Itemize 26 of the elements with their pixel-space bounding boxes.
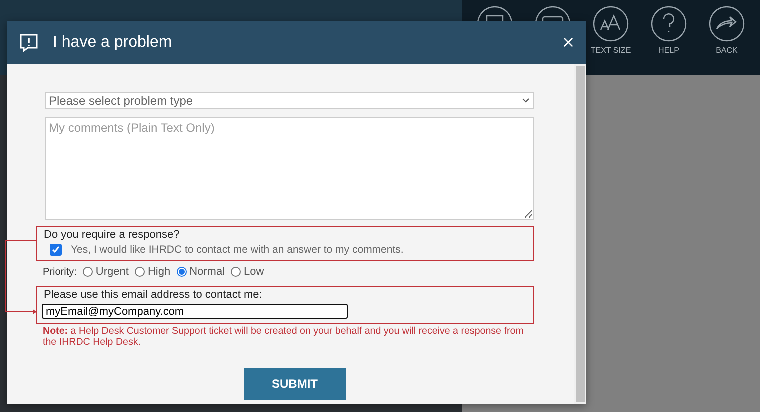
email-field[interactable]: myEmail@myCompany.com bbox=[42, 304, 348, 319]
dialog-title: I have a problem bbox=[53, 34, 174, 52]
toolbar-label: BACK bbox=[716, 46, 738, 55]
scrollbar[interactable] bbox=[574, 64, 586, 404]
email-label: Please use this email address to contact me: bbox=[44, 289, 264, 301]
priority-radio[interactable]: Urgent bbox=[82, 266, 129, 278]
response-checkbox[interactable] bbox=[50, 244, 62, 256]
priority-radio[interactable]: Normal bbox=[176, 266, 226, 278]
help-icon[interactable] bbox=[651, 6, 687, 42]
chevron-down-icon[interactable] bbox=[522, 98, 530, 103]
problem-type-select[interactable]: Please select problem type bbox=[45, 92, 534, 109]
priority-radio[interactable]: Low bbox=[231, 266, 264, 278]
text-size-icon[interactable] bbox=[593, 6, 629, 42]
checkbox-label[interactable]: Yes, I would like IHRDC to contact me with an answer to my comments. bbox=[71, 244, 404, 256]
priority-radio[interactable]: High bbox=[134, 266, 171, 278]
toolbar-label: TEXT SIZE bbox=[590, 46, 632, 55]
toolbar-label: HELP bbox=[658, 46, 680, 55]
back-icon[interactable] bbox=[709, 6, 745, 42]
close-button[interactable] bbox=[561, 35, 576, 50]
note-text: Note: a Help Desk Customer Support ticket will be created on your behalf and you will receive a response from the IHRDC Help Desk. bbox=[43, 326, 525, 348]
submit-button[interactable]: SUBMIT bbox=[244, 368, 346, 400]
alert-icon bbox=[19, 32, 39, 52]
response-question: Do you require a response? bbox=[44, 229, 181, 241]
priority-label: Priority: bbox=[43, 266, 77, 278]
check-icon bbox=[52, 246, 60, 254]
comments-field[interactable]: My comments (Plain Text Only) bbox=[45, 117, 534, 220]
